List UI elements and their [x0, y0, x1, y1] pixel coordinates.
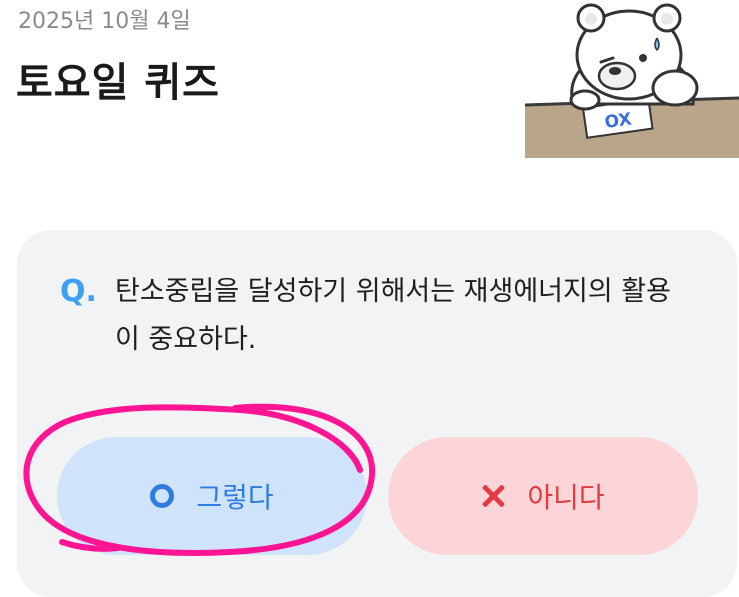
answer-yes-button[interactable]: 그렇다 — [57, 437, 367, 555]
bear-mascot-icon: OX — [525, 3, 739, 158]
answer-no-button[interactable]: 아니다 — [388, 437, 698, 555]
answer-yes-label: 그렇다 — [196, 481, 274, 514]
question-text: 탄소중립을 달성하기 위해서는 재생에너지의 활용이 중요하다. — [115, 276, 671, 355]
sheet-ox-label: OX — [603, 109, 632, 133]
x-cross-icon — [481, 484, 505, 508]
o-circle-icon — [150, 484, 175, 508]
page-title: 토요일 퀴즈 — [16, 60, 220, 106]
answer-no-label: 아니다 — [527, 481, 605, 514]
question-label: Q. — [60, 274, 97, 309]
quiz-date: 2025년 10월 4일 — [18, 9, 191, 34]
